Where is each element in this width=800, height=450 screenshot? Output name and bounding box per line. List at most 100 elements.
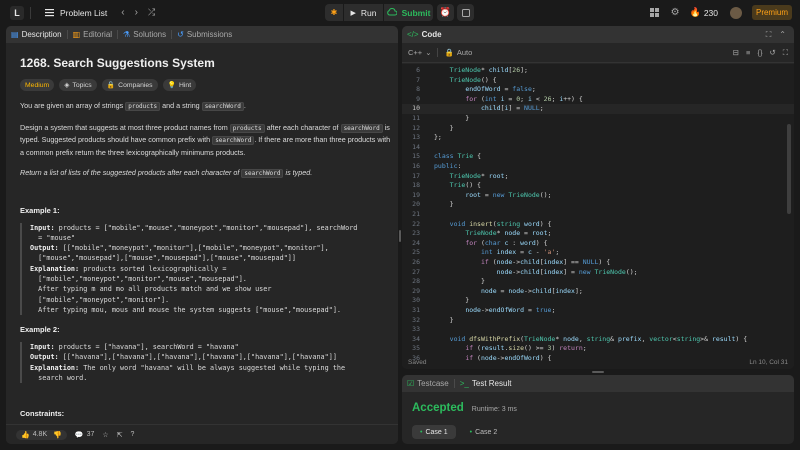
tab-test-result[interactable]: >_ Test Result: [455, 379, 517, 388]
case-2-tab[interactable]: • Case 2: [462, 425, 506, 439]
code-line[interactable]: 23 TrieNode* node = root;: [402, 229, 794, 239]
code-line[interactable]: 16 public:: [402, 162, 794, 172]
code-text: for (char c : word) {: [465, 238, 548, 247]
braces-icon[interactable]: {}: [757, 48, 762, 58]
chevron-left-icon[interactable]: ‹: [121, 7, 124, 18]
code-text: TrieNode* root;: [449, 171, 509, 180]
code-line[interactable]: 27 node->child[index] = new TrieNode();: [402, 268, 794, 278]
code-line[interactable]: 17 TrieNode* root;: [402, 172, 794, 182]
like-button[interactable]: 👍 4.8K 👎: [16, 429, 67, 440]
design-text-1: Design a system that suggests at most th…: [20, 122, 228, 132]
bookmark-icon[interactable]: ⊟: [733, 48, 739, 58]
maximize-icon[interactable]: ⛶: [766, 30, 772, 40]
difficulty-badge[interactable]: Medium: [20, 79, 55, 91]
line-number: 23: [412, 229, 420, 238]
code-line[interactable]: 31 node->endOfWord = true;: [402, 306, 794, 316]
code-line[interactable]: 26 if (node->child[index] == NULL) {: [402, 258, 794, 268]
avatar[interactable]: [730, 6, 742, 19]
code-line[interactable]: 22 void insert(string word) {: [402, 220, 794, 230]
reset-icon[interactable]: ↺: [769, 48, 775, 58]
gear-icon[interactable]: ⚙: [671, 7, 680, 18]
hint-chip[interactable]: 💡 Hint: [162, 79, 197, 91]
code-line[interactable]: 13};: [402, 133, 794, 143]
fire-icon: 🔥: [689, 7, 701, 17]
topics-chip[interactable]: ◈ Topics: [59, 79, 97, 91]
code-line[interactable]: 11 }: [402, 114, 794, 124]
share-icon[interactable]: ⇱: [117, 431, 123, 439]
problem-list-button[interactable]: Problem List: [45, 8, 107, 18]
code-line[interactable]: 25 int index = c - 'a';: [402, 248, 794, 258]
tab-editorial[interactable]: ▥ Editorial: [68, 30, 117, 39]
example-line: ["mobile","moneypot","monitor","mouse","…: [30, 274, 392, 284]
leetcode-logo[interactable]: L: [10, 5, 24, 20]
code-line[interactable]: 28 }: [402, 277, 794, 287]
code-line[interactable]: 34 void dfsWithPrefix(TrieNode* node, st…: [402, 335, 794, 345]
star-icon[interactable]: ☆: [102, 431, 108, 439]
companies-chip[interactable]: 🔒 Companies: [101, 79, 158, 91]
auto-mode-toggle[interactable]: 🔒 Auto: [444, 48, 472, 57]
tab-solutions[interactable]: ⚗ Solutions: [118, 30, 171, 39]
code-editor[interactable]: 6 TrieNode* child[26]; 7 TrieNode() {8 en…: [402, 64, 794, 369]
divider: [30, 6, 31, 19]
note-icon: [457, 4, 474, 21]
code-text: node->endOfWord = true;: [465, 306, 556, 314]
submit-button[interactable]: Submit: [383, 4, 433, 21]
language-select[interactable]: C++ ⌄: [408, 48, 431, 57]
code-line[interactable]: 20 }: [402, 200, 794, 210]
code-line[interactable]: 24 for (char c : word) {: [402, 239, 794, 249]
timer-button[interactable]: ⏰: [437, 4, 454, 21]
tab-description[interactable]: ▤ Description: [6, 30, 67, 39]
code-line[interactable]: 35 if (result.size() >= 3) return;: [402, 344, 794, 354]
example-line: ["mouse","mousepad"],["mouse","mousepad"…: [30, 253, 392, 263]
premium-button[interactable]: Premium: [752, 5, 792, 20]
code-line[interactable]: 7 TrieNode() {: [402, 76, 794, 86]
line-number: 31: [412, 306, 420, 314]
line-number: 19: [412, 190, 420, 199]
submit-label: Submit: [401, 7, 431, 18]
run-button[interactable]: ▶ Run: [343, 4, 383, 21]
code-line[interactable]: 12 }: [402, 124, 794, 134]
fullscreen-icon[interactable]: ⛶: [783, 48, 788, 58]
collapse-icon[interactable]: ⌃: [779, 30, 786, 40]
code-text: TrieNode() {: [449, 75, 497, 84]
code-line[interactable]: 19 root = new TrieNode();: [402, 191, 794, 201]
description-body: 1268. Search Suggestions System Medium ◈…: [6, 43, 398, 444]
tab-testcase[interactable]: ☑ Testcase: [402, 379, 454, 388]
code-line[interactable]: 33: [402, 325, 794, 335]
code-text: public:: [434, 162, 462, 170]
comments-button[interactable]: 💬 37: [75, 431, 95, 439]
code-line[interactable]: 6 TrieNode* child[26];: [402, 66, 794, 76]
debug-button[interactable]: ✱: [325, 4, 343, 21]
format-icon[interactable]: ≡: [746, 48, 750, 58]
code-line[interactable]: 10 child[i] = NULL;: [402, 104, 794, 114]
code-line[interactable]: 15 class Trie {: [402, 152, 794, 162]
example-line: search word.: [30, 373, 392, 383]
code-text: }: [434, 296, 470, 305]
help-icon[interactable]: ?: [131, 431, 135, 438]
code-line[interactable]: 29 node = node->child[index];: [402, 287, 794, 297]
thumbs-down-icon[interactable]: 👎: [53, 431, 62, 439]
code-line[interactable]: 14: [402, 143, 794, 153]
code-line[interactable]: 9 for (int i = 0; i < 26; i++) {: [402, 95, 794, 105]
layout-icon[interactable]: [649, 8, 659, 17]
panel-resize-handle[interactable]: [399, 230, 401, 242]
code-line[interactable]: 30 }: [402, 296, 794, 306]
streak-counter[interactable]: 🔥 230: [690, 7, 718, 18]
code-line[interactable]: 8 endOfWord = false;: [402, 85, 794, 95]
tab-submissions[interactable]: ↺ Submissions: [172, 30, 237, 39]
line-number: 34: [412, 334, 420, 343]
shuffle-icon[interactable]: ⤮: [148, 7, 155, 18]
result-tabs: ☑ Testcase >_ Test Result: [402, 375, 794, 392]
case-1-tab[interactable]: • Case 1: [412, 425, 456, 439]
pass-dot-icon: •: [469, 428, 473, 436]
editor-resize-handle[interactable]: [592, 371, 604, 373]
chevron-right-icon[interactable]: ›: [135, 7, 138, 18]
example-key: Explanation:: [30, 264, 80, 273]
tab-code[interactable]: </> Code: [402, 30, 447, 39]
code-line[interactable]: 18 Trie() {: [402, 181, 794, 191]
code-line[interactable]: 32 }: [402, 316, 794, 326]
code-line[interactable]: 21: [402, 210, 794, 220]
inline-code: searchWord: [212, 136, 255, 145]
notes-button[interactable]: [457, 4, 474, 21]
